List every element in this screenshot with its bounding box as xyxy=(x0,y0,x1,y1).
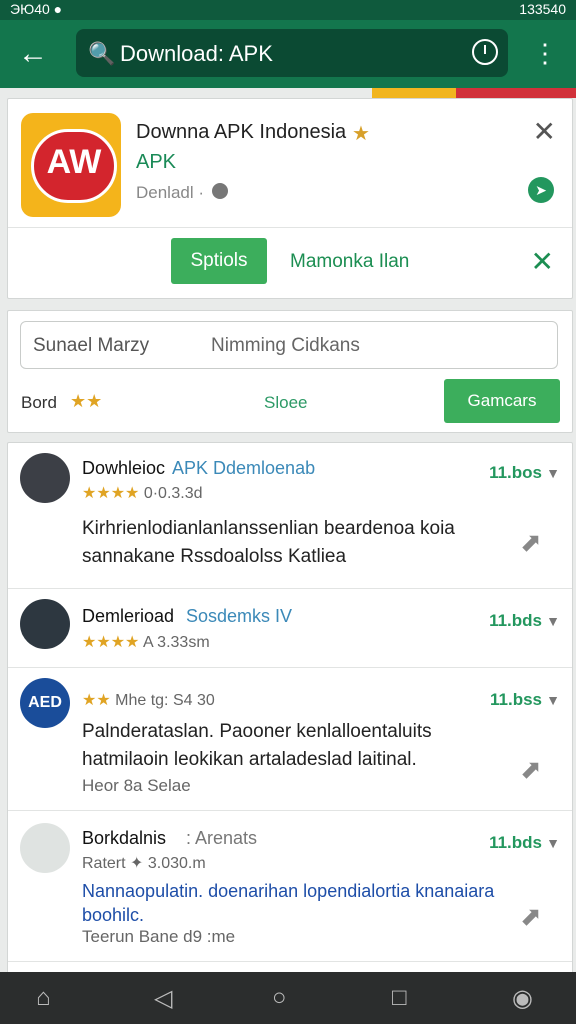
secondary-link[interactable]: Mamonka Ilan xyxy=(290,251,409,273)
item-size: 11.bds xyxy=(489,611,542,630)
item-meta-text: Mhe tg: S4 30 xyxy=(115,692,215,709)
item-meta: ★★ Mhe tg: S4 30 xyxy=(82,690,215,710)
send-icon[interactable]: ➤ xyxy=(528,177,554,203)
list-item[interactable]: AED ★★ Mhe tg: S4 30 11.bss ▼ Palnderata… xyxy=(8,668,572,811)
filter-field-right: Nimming Cidkans xyxy=(211,335,360,356)
item-meta: ★★★★ A 3.33sm xyxy=(82,632,210,652)
item-body: Kirhrienlodianlanlanssenlian beardenoa k… xyxy=(82,518,455,567)
profile-icon[interactable]: ◉ xyxy=(512,984,533,1013)
system-nav-bar: ⌂ ◁ ○ □ ◉ xyxy=(0,972,576,1024)
item-tag: APK Ddemloenab xyxy=(172,458,316,478)
primary-action-button[interactable]: Sptiols xyxy=(171,238,267,284)
app-card: AW Downna APK Indonesia ★ ✕ APK Denladl … xyxy=(7,98,573,299)
item-size: 11.bos xyxy=(489,463,542,482)
item-stars: ★★★★ xyxy=(82,485,140,502)
history-icon[interactable] xyxy=(472,39,498,65)
app-logo: AW xyxy=(21,113,121,217)
overview-square-icon[interactable]: □ xyxy=(392,984,407,1012)
rating-label: Bord xyxy=(21,393,57,412)
developer-label: Denladl · xyxy=(136,183,205,202)
more-menu-icon[interactable]: ⋮ xyxy=(532,40,558,66)
filter-field[interactable]: Sunael Marzy Nimming Cidkans xyxy=(20,321,558,369)
flag-red xyxy=(456,88,576,98)
divider xyxy=(8,227,572,228)
avatar xyxy=(20,599,70,649)
search-icon: 🔍 xyxy=(88,41,116,66)
item-small: Teerun Bane d9 :me xyxy=(82,927,236,946)
item-name: Demlerioad xyxy=(82,606,175,626)
filter-card: Sunael Marzy Nimming Cidkans Bord ★★ Slo… xyxy=(7,310,573,433)
item-body: Nannaopulatin. doenarihan lopendialortia… xyxy=(82,881,495,925)
item-meta-text: A 3.33sm xyxy=(142,634,210,651)
item-body: Palnderataslan. Paooner kenlalloentaluit… xyxy=(82,721,432,770)
app-title: Downna APK Indonesia xyxy=(136,121,347,143)
item-tag: : Arenats xyxy=(186,828,258,848)
status-left: ЭЮ40 ● xyxy=(10,1,63,17)
filter-middle-link[interactable]: Sloee xyxy=(264,393,307,413)
chevron-down-icon[interactable]: ▼ xyxy=(546,613,560,629)
rating-stars[interactable]: ★★ xyxy=(70,391,102,412)
back-icon[interactable]: ← xyxy=(18,38,50,70)
chevron-down-icon[interactable]: ▼ xyxy=(546,692,560,708)
search-text: Download: APK xyxy=(120,41,273,66)
app-logo-text: AW xyxy=(31,129,117,203)
item-stars: ★★ xyxy=(82,692,111,709)
avatar xyxy=(20,823,70,873)
item-name: Dowhleioc xyxy=(82,458,166,478)
chevron-down-icon[interactable]: ▼ xyxy=(546,835,560,851)
item-meta: Ratert ✦ 3.030.m xyxy=(82,853,206,873)
home-icon[interactable]: ⌂ xyxy=(36,984,51,1012)
dismiss-icon[interactable]: ✕ xyxy=(531,245,554,278)
chevron-down-icon[interactable]: ▼ xyxy=(546,465,560,481)
filter-button[interactable]: Gamcars xyxy=(444,379,560,423)
status-time: 133540 xyxy=(519,1,566,17)
recent-circle-icon[interactable]: ○ xyxy=(272,984,287,1012)
list-item[interactable]: Demlerioad Sosdemks IV ★★★★ A 3.33sm 11.… xyxy=(8,589,572,668)
list-item[interactable]: Dowhleioc APK Ddemloenab ★★★★ 0·0.3.3d 1… xyxy=(8,443,572,589)
close-icon[interactable]: ✕ xyxy=(533,115,556,148)
star-badge-icon: ★ xyxy=(352,123,370,145)
item-size: 11.bds xyxy=(489,833,542,852)
results-list: Dowhleioc APK Ddemloenab ★★★★ 0·0.3.3d 1… xyxy=(7,442,573,974)
item-size: 11.bss xyxy=(490,690,542,709)
item-meta: ★★★★ 0·0.3.3d xyxy=(82,483,203,503)
flag-strip xyxy=(372,88,576,98)
filter-field-left: Sunael Marzy xyxy=(33,335,150,356)
item-name: Borkdalnis xyxy=(82,828,167,848)
item-tag: Sosdemks IV xyxy=(186,606,293,626)
share-icon[interactable]: ⬈ xyxy=(520,754,548,784)
item-small: Heor 8a Selae xyxy=(82,776,191,795)
flag-yellow xyxy=(372,88,456,98)
list-item[interactable]: Borkdalnis : Arenats Ratert ✦ 3.030.m 11… xyxy=(8,811,572,962)
item-meta-text: 0·0.3.3d xyxy=(143,485,203,502)
item-stars: ★★★★ xyxy=(82,634,140,651)
status-bar: ЭЮ40 ● 133540 xyxy=(0,0,576,20)
avatar: AED xyxy=(20,678,70,728)
back-triangle-icon[interactable]: ◁ xyxy=(154,984,172,1013)
globe-icon xyxy=(212,183,228,199)
app-subtitle: APK xyxy=(136,151,177,173)
item-meta-text: Ratert ✦ 3.030.m xyxy=(82,855,206,872)
app-bar: ← 🔍 Download: APK ⋮ xyxy=(0,20,576,88)
share-icon[interactable]: ⬈ xyxy=(520,901,548,931)
share-icon[interactable]: ⬈ xyxy=(520,527,548,557)
avatar xyxy=(20,453,70,503)
search-bar[interactable]: 🔍 Download: APK xyxy=(76,29,508,77)
